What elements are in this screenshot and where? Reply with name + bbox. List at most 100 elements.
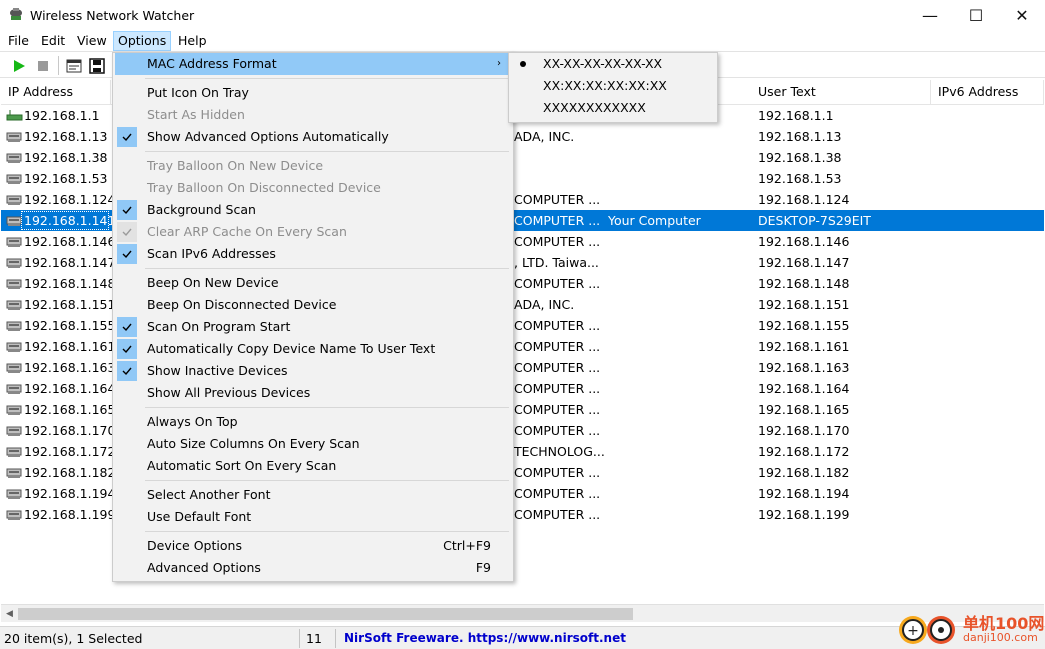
menu-file[interactable]: File <box>4 31 33 51</box>
menu-item-tray-balloon-disconnected[interactable]: Tray Balloon On Disconnected Device <box>115 177 511 199</box>
cell-manufacturer: COMPUTER ... <box>514 360 601 375</box>
menu-item-clear-arp-cache[interactable]: Clear ARP Cache On Every Scan <box>115 221 511 243</box>
mac-format-plain-label: XXXXXXXXXXXX <box>543 100 646 115</box>
cell-manufacturer: COMPUTER ... <box>514 486 601 501</box>
network-device-icon <box>6 468 22 478</box>
cell-user-text: 192.168.1.161 <box>758 339 850 354</box>
cell-device-info <box>608 420 748 441</box>
cell-manufacturer: COMPUTER ... <box>514 234 601 249</box>
cell-ip-address: 192.168.1.199 <box>24 507 112 522</box>
cell-user-text: 192.168.1.182 <box>758 465 850 480</box>
window-title: Wireless Network Watcher <box>30 8 195 23</box>
mac-format-colons[interactable]: XX:XX:XX:XX:XX:XX <box>511 75 715 97</box>
cell-device-info <box>608 378 748 399</box>
auto-size-columns-label: Auto Size Columns On Every Scan <box>147 436 360 451</box>
network-device-icon <box>6 384 22 394</box>
cell-device-info <box>608 399 748 420</box>
menu-edit[interactable]: Edit <box>37 31 69 51</box>
status-count: 11 <box>302 629 336 648</box>
cell-ip-address: 192.168.1.164 <box>24 381 112 396</box>
cell-device-info <box>608 126 748 147</box>
menu-view[interactable]: View <box>73 31 111 51</box>
column-user-text[interactable]: User Text <box>751 80 931 104</box>
menu-item-show-advanced-auto[interactable]: Show Advanced Options Automatically <box>115 126 511 148</box>
watermark-domain: danji100.com <box>963 631 1038 644</box>
network-device-icon <box>6 153 22 163</box>
title-bar[interactable]: Wireless Network Watcher — ☐ ✕ <box>0 0 1045 31</box>
horizontal-scrollbar[interactable]: ◀ <box>1 604 1044 622</box>
cell-manufacturer: COMPUTER ... <box>514 402 601 417</box>
menu-item-always-on-top[interactable]: Always On Top <box>115 411 511 433</box>
menu-item-default-font[interactable]: Use Default Font <box>115 506 511 528</box>
cell-device-info <box>608 147 748 168</box>
menu-separator <box>145 407 509 408</box>
save-icon[interactable] <box>87 56 107 76</box>
menu-item-auto-sort[interactable]: Automatic Sort On Every Scan <box>115 455 511 477</box>
cell-manufacturer: ADA, INC. <box>514 297 575 312</box>
checkmark-icon <box>117 200 137 220</box>
close-button[interactable]: ✕ <box>999 0 1045 31</box>
menu-item-beep-new[interactable]: Beep On New Device <box>115 272 511 294</box>
column-ip-address[interactable]: IP Address <box>1 80 111 104</box>
network-device-icon <box>6 174 22 184</box>
mac-format-dashes[interactable]: XX-XX-XX-XX-XX-XX <box>511 53 715 75</box>
menu-item-advanced-options[interactable]: Advanced Options F9 <box>115 557 511 579</box>
menu-item-mac-format[interactable]: MAC Address Format › <box>115 53 511 75</box>
cell-user-text: 192.168.1.170 <box>758 423 850 438</box>
cell-user-text: 192.168.1.155 <box>758 318 850 333</box>
play-icon[interactable] <box>9 56 29 76</box>
menu-item-auto-copy-name[interactable]: Automatically Copy Device Name To User T… <box>115 338 511 360</box>
cell-user-text: 192.168.1.146 <box>758 234 850 249</box>
menu-item-scan-ipv6[interactable]: Scan IPv6 Addresses <box>115 243 511 265</box>
html-report-icon[interactable] <box>64 56 84 76</box>
cell-ip-address: 192.168.1.1 <box>24 108 100 123</box>
cell-device-info <box>608 441 748 462</box>
maximize-button[interactable]: ☐ <box>953 0 999 31</box>
menu-item-scan-on-start[interactable]: Scan On Program Start <box>115 316 511 338</box>
advanced-options-shortcut: F9 <box>475 560 491 575</box>
scrollbar-thumb[interactable] <box>18 608 633 620</box>
stop-icon[interactable] <box>33 56 53 76</box>
menu-item-put-icon-on-tray[interactable]: Put Icon On Tray <box>115 82 511 104</box>
start-as-hidden-label: Start As Hidden <box>147 107 245 122</box>
advanced-options-label: Advanced Options <box>147 560 261 575</box>
nirsoft-link[interactable]: NirSoft Freeware. https://www.nirsoft.ne… <box>340 629 640 648</box>
cell-user-text: 192.168.1.38 <box>758 150 842 165</box>
network-device-icon <box>6 258 22 268</box>
cell-user-text: 192.168.1.124 <box>758 192 850 207</box>
cell-device-info <box>608 189 748 210</box>
cell-manufacturer: ADA, INC. <box>514 129 575 144</box>
menu-item-select-font[interactable]: Select Another Font <box>115 484 511 506</box>
checkmark-icon <box>117 244 137 264</box>
menu-item-beep-disconnected[interactable]: Beep On Disconnected Device <box>115 294 511 316</box>
minimize-button[interactable]: — <box>907 0 953 31</box>
menu-item-show-all-previous[interactable]: Show All Previous Devices <box>115 382 511 404</box>
menu-item-tray-balloon-new[interactable]: Tray Balloon On New Device <box>115 155 511 177</box>
mac-format-plain[interactable]: XXXXXXXXXXXX <box>511 97 715 119</box>
cell-ip-address: 192.168.1.161 <box>24 339 112 354</box>
tray-balloon-new-label: Tray Balloon On New Device <box>147 158 324 173</box>
cell-ip-address: 192.168.1.170 <box>24 423 112 438</box>
mac-format-submenu: XX-XX-XX-XX-XX-XX XX:XX:XX:XX:XX:XX XXXX… <box>508 52 718 123</box>
menu-item-background-scan[interactable]: Background Scan <box>115 199 511 221</box>
menu-separator <box>145 268 509 269</box>
cell-manufacturer: COMPUTER ... <box>514 507 601 522</box>
menu-item-device-options[interactable]: Device Options Ctrl+F9 <box>115 535 511 557</box>
menu-item-auto-size-columns[interactable]: Auto Size Columns On Every Scan <box>115 433 511 455</box>
cell-user-text: 192.168.1.13 <box>758 129 842 144</box>
network-device-icon <box>6 321 22 331</box>
show-advanced-auto-label: Show Advanced Options Automatically <box>147 129 389 144</box>
device-options-label: Device Options <box>147 538 242 553</box>
status-bar: 20 item(s), 1 Selected 11 NirSoft Freewa… <box>0 626 1045 649</box>
column-ipv6-address[interactable]: IPv6 Address <box>931 80 1044 104</box>
menu-item-show-inactive[interactable]: Show Inactive Devices <box>115 360 511 382</box>
menu-options[interactable]: Options <box>113 31 172 51</box>
cell-ip-address: 192.168.1.165 <box>24 402 112 417</box>
cell-user-text: 192.168.1.53 <box>758 171 842 186</box>
scroll-left-icon[interactable]: ◀ <box>1 605 18 623</box>
cell-manufacturer: COMPUTER ... <box>514 213 601 228</box>
menu-item-start-as-hidden[interactable]: Start As Hidden <box>115 104 511 126</box>
menu-bar: File Edit View Options Help <box>0 31 1045 51</box>
network-device-icon <box>6 279 22 289</box>
menu-help[interactable]: Help <box>174 31 211 51</box>
